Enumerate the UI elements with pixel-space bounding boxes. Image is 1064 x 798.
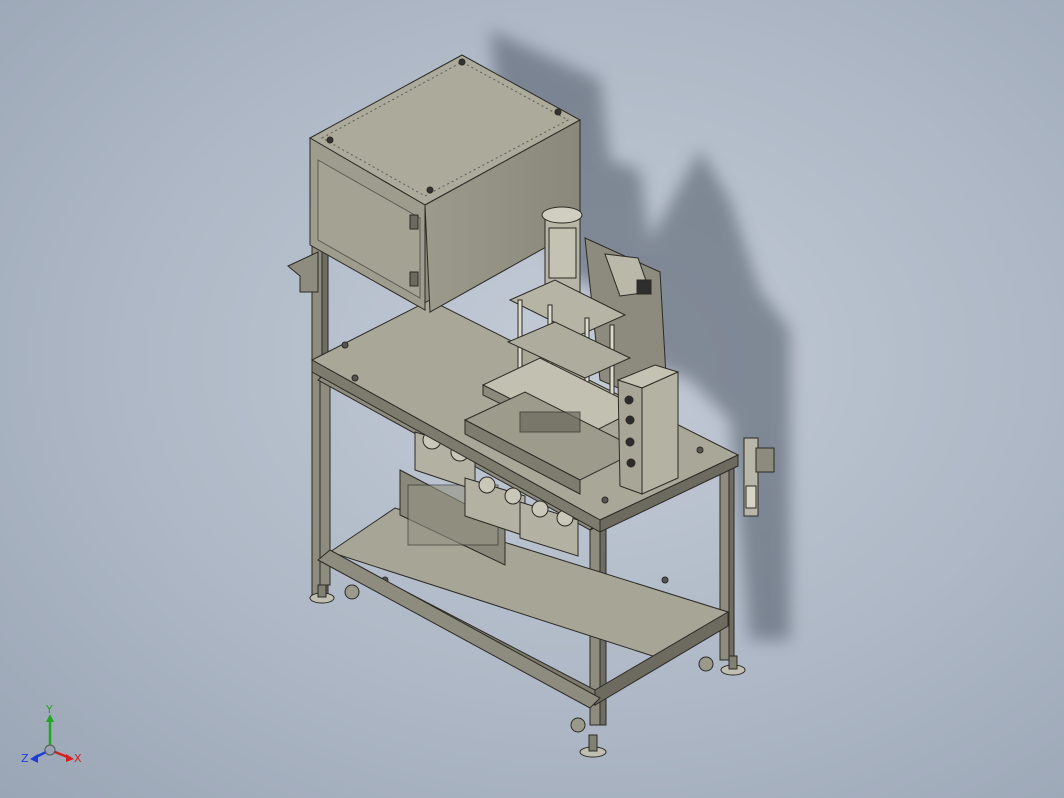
button-icon — [625, 415, 635, 425]
button-icon — [625, 437, 635, 447]
z-axis-label: Z — [21, 752, 29, 765]
button-icon — [626, 458, 636, 468]
x-axis-label: X — [74, 752, 82, 765]
y-axis-label: Y — [45, 704, 53, 716]
cad-graphics-viewport[interactable]: Y X Z — [0, 0, 1064, 798]
coordinate-triad[interactable]: Y X Z — [20, 704, 86, 770]
machine-assembly-model[interactable] — [0, 0, 1064, 798]
control-box[interactable] — [616, 364, 680, 495]
button-icon — [624, 395, 634, 405]
